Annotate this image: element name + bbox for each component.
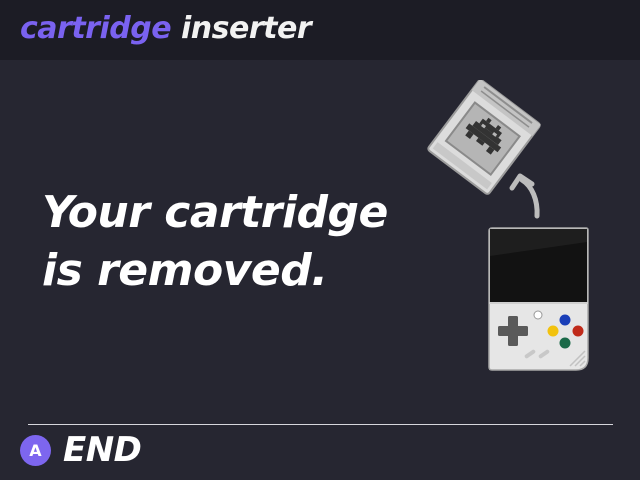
a-button-icon[interactable]: A [20, 434, 51, 466]
header-bar: cartridge inserter [0, 0, 640, 60]
page-title: cartridge inserter [20, 9, 312, 49]
title-accent-text: cartridge [20, 11, 172, 46]
end-action-label[interactable]: END [63, 432, 142, 468]
footer-divider [28, 424, 613, 425]
up-arrow-icon [509, 173, 540, 219]
handheld-console-icon [488, 227, 589, 371]
title-rest-text: inserter [171, 11, 312, 46]
cartridge-inserter-screen: cartridge inserter Your cartridge is rem… [0, 0, 640, 480]
status-message-line-1: Your cartridge [42, 187, 388, 238]
footer-action[interactable]: A END [20, 432, 142, 468]
status-message-line-2: is removed. [42, 245, 328, 296]
status-message: Your cartridge is removed. [42, 184, 422, 300]
removal-illustration [420, 78, 620, 380]
